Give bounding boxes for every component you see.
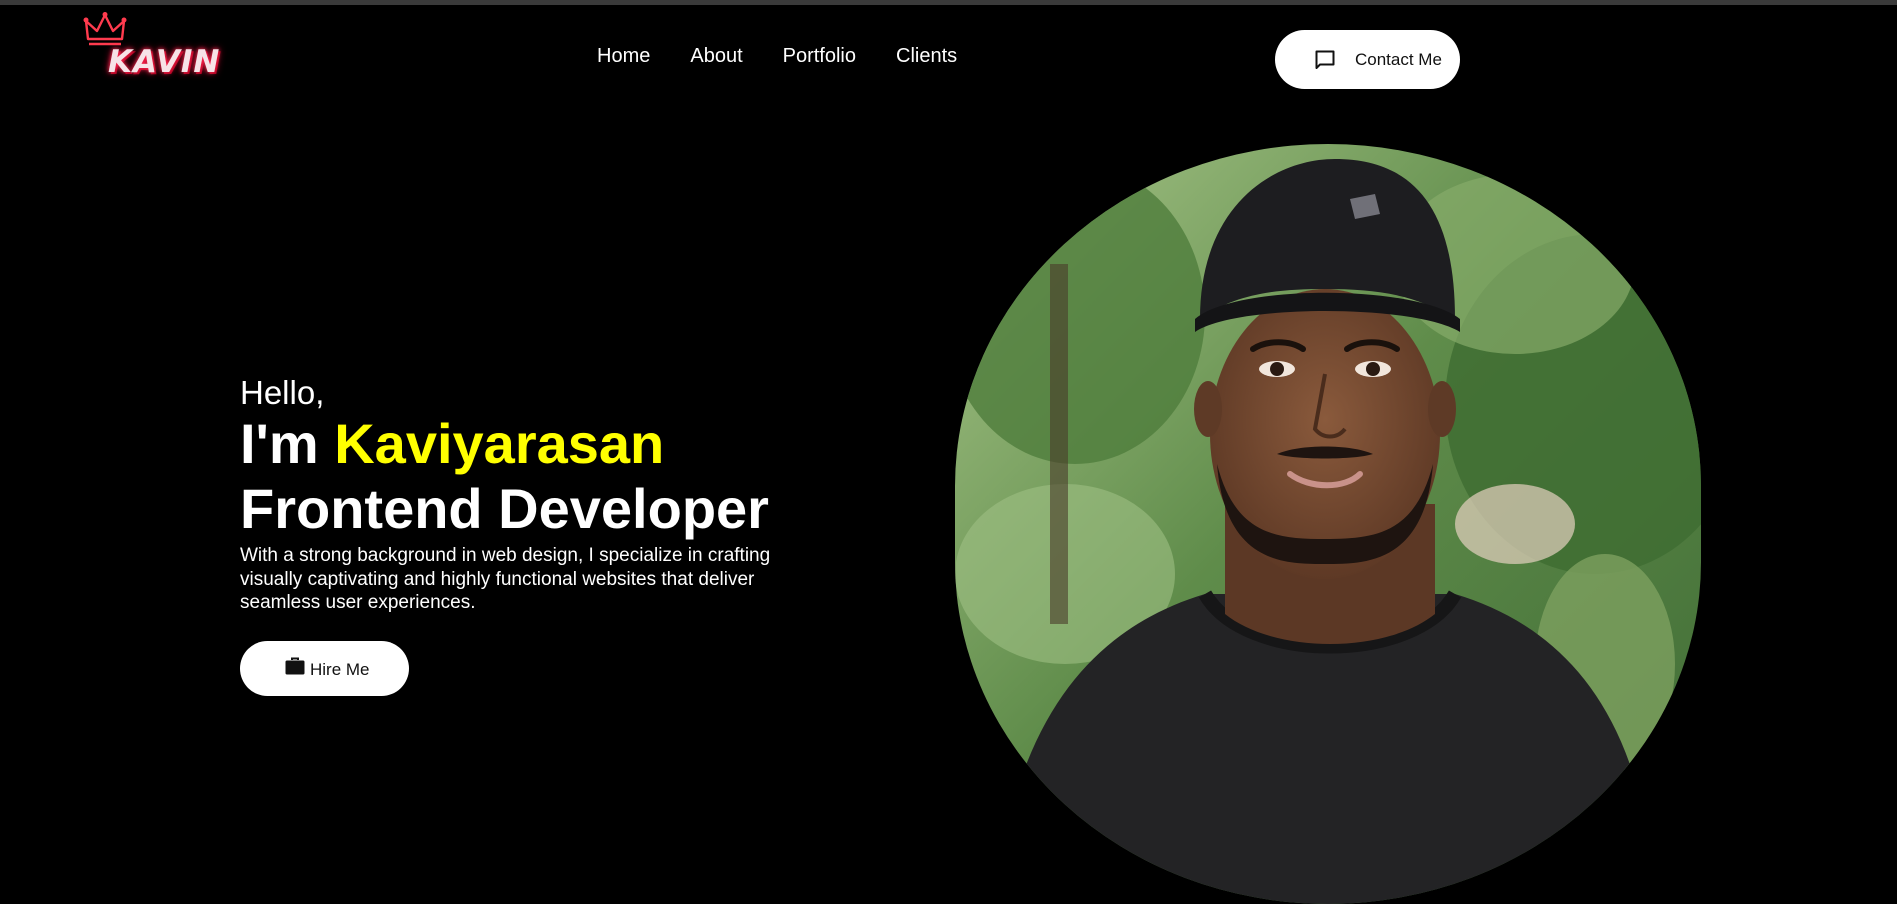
nav-about[interactable]: About bbox=[690, 45, 742, 68]
profile-photo-illustration bbox=[955, 144, 1701, 904]
nav-clients[interactable]: Clients bbox=[896, 45, 957, 68]
main-nav: Home About Portfolio Clients bbox=[597, 45, 997, 68]
contact-me-button[interactable]: Contact Me bbox=[1275, 30, 1460, 89]
nav-portfolio[interactable]: Portfolio bbox=[783, 45, 856, 68]
hero-section: Hello, I'm Kaviyarasan Frontend Develope… bbox=[240, 372, 880, 696]
site-header: KAVIN Home About Portfolio Clients Conta… bbox=[0, 5, 1897, 105]
logo-wordmark: KAVIN bbox=[108, 44, 221, 80]
hero-name-prefix: I'm bbox=[240, 412, 335, 475]
contact-me-label: Contact Me bbox=[1355, 50, 1442, 69]
hero-name: Kaviyarasan bbox=[334, 412, 665, 475]
nav-home[interactable]: Home bbox=[597, 45, 650, 68]
hero-name-line: I'm Kaviyarasan bbox=[240, 412, 880, 476]
hire-me-button[interactable]: Hire Me bbox=[240, 641, 409, 696]
profile-photo bbox=[955, 144, 1701, 904]
briefcase-icon bbox=[285, 657, 305, 675]
hero-role: Frontend Developer bbox=[240, 477, 769, 540]
hero-bio: With a strong background in web design, … bbox=[240, 545, 771, 613]
hero-greeting: Hello, bbox=[240, 374, 325, 411]
site-logo[interactable]: KAVIN bbox=[78, 11, 228, 83]
hire-me-label: Hire Me bbox=[310, 660, 370, 679]
message-square-icon bbox=[1315, 50, 1335, 69]
